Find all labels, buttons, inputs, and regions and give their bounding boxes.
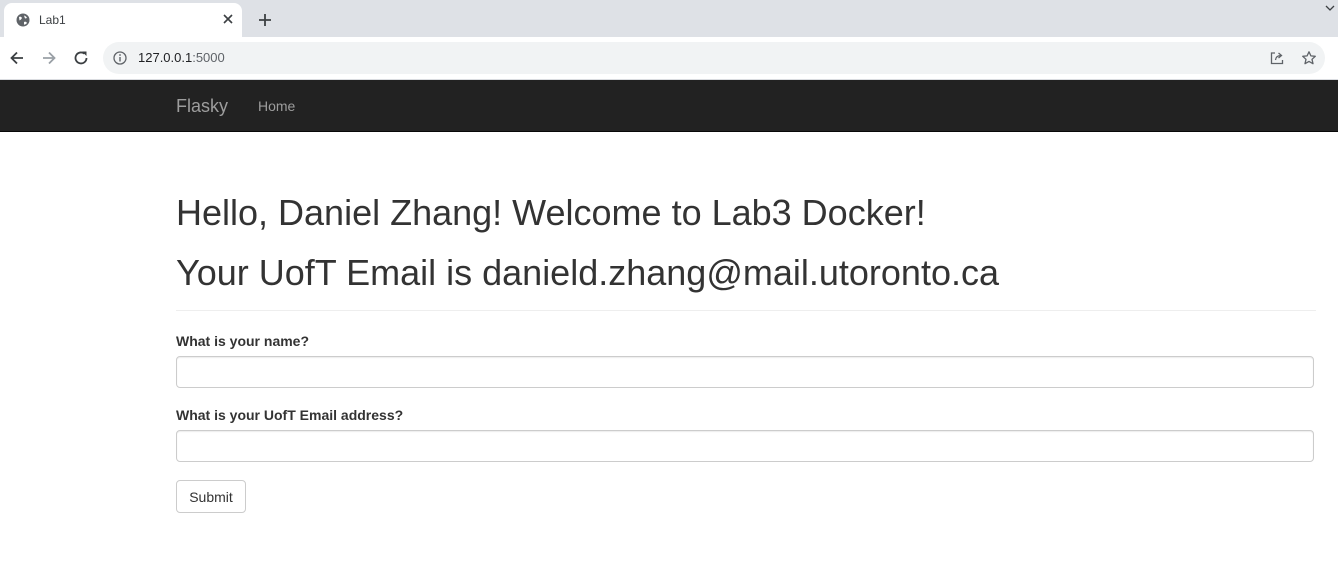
chevron-down-icon[interactable] (1324, 2, 1338, 16)
bookmark-star-icon[interactable] (1301, 50, 1317, 66)
share-icon[interactable] (1269, 50, 1285, 66)
email-input[interactable] (176, 430, 1314, 462)
info-icon[interactable] (113, 51, 127, 65)
url-text: 127.0.0.1:5000 (138, 50, 225, 65)
nav-link-home[interactable]: Home (258, 98, 295, 114)
back-arrow-icon[interactable] (4, 45, 30, 71)
forward-arrow-icon[interactable] (36, 45, 62, 71)
close-icon[interactable] (220, 11, 236, 27)
name-label: What is your name? (176, 333, 310, 349)
email-heading: Your UofT Email is danield.zhang@mail.ut… (176, 252, 999, 293)
submit-button[interactable]: Submit (176, 480, 246, 513)
name-input[interactable] (176, 356, 1314, 388)
url-host: 127.0.0.1 (138, 50, 193, 65)
tab-title: Lab1 (39, 13, 66, 27)
site-navbar: Flasky Home (0, 80, 1338, 132)
divider (176, 310, 1316, 311)
plus-icon[interactable] (253, 8, 277, 32)
browser-tab[interactable]: Lab1 (4, 3, 242, 37)
greeting-heading: Hello, Daniel Zhang! Welcome to Lab3 Doc… (176, 192, 926, 233)
browser-toolbar: 127.0.0.1:5000 (0, 37, 1338, 80)
browser-tab-strip: Lab1 (0, 0, 1338, 37)
address-bar[interactable]: 127.0.0.1:5000 (103, 42, 1325, 74)
globe-icon (16, 13, 30, 27)
reload-icon[interactable] (68, 45, 94, 71)
email-label: What is your UofT Email address? (176, 407, 404, 423)
url-port: :5000 (192, 50, 225, 65)
navbar-brand[interactable]: Flasky (176, 96, 228, 117)
